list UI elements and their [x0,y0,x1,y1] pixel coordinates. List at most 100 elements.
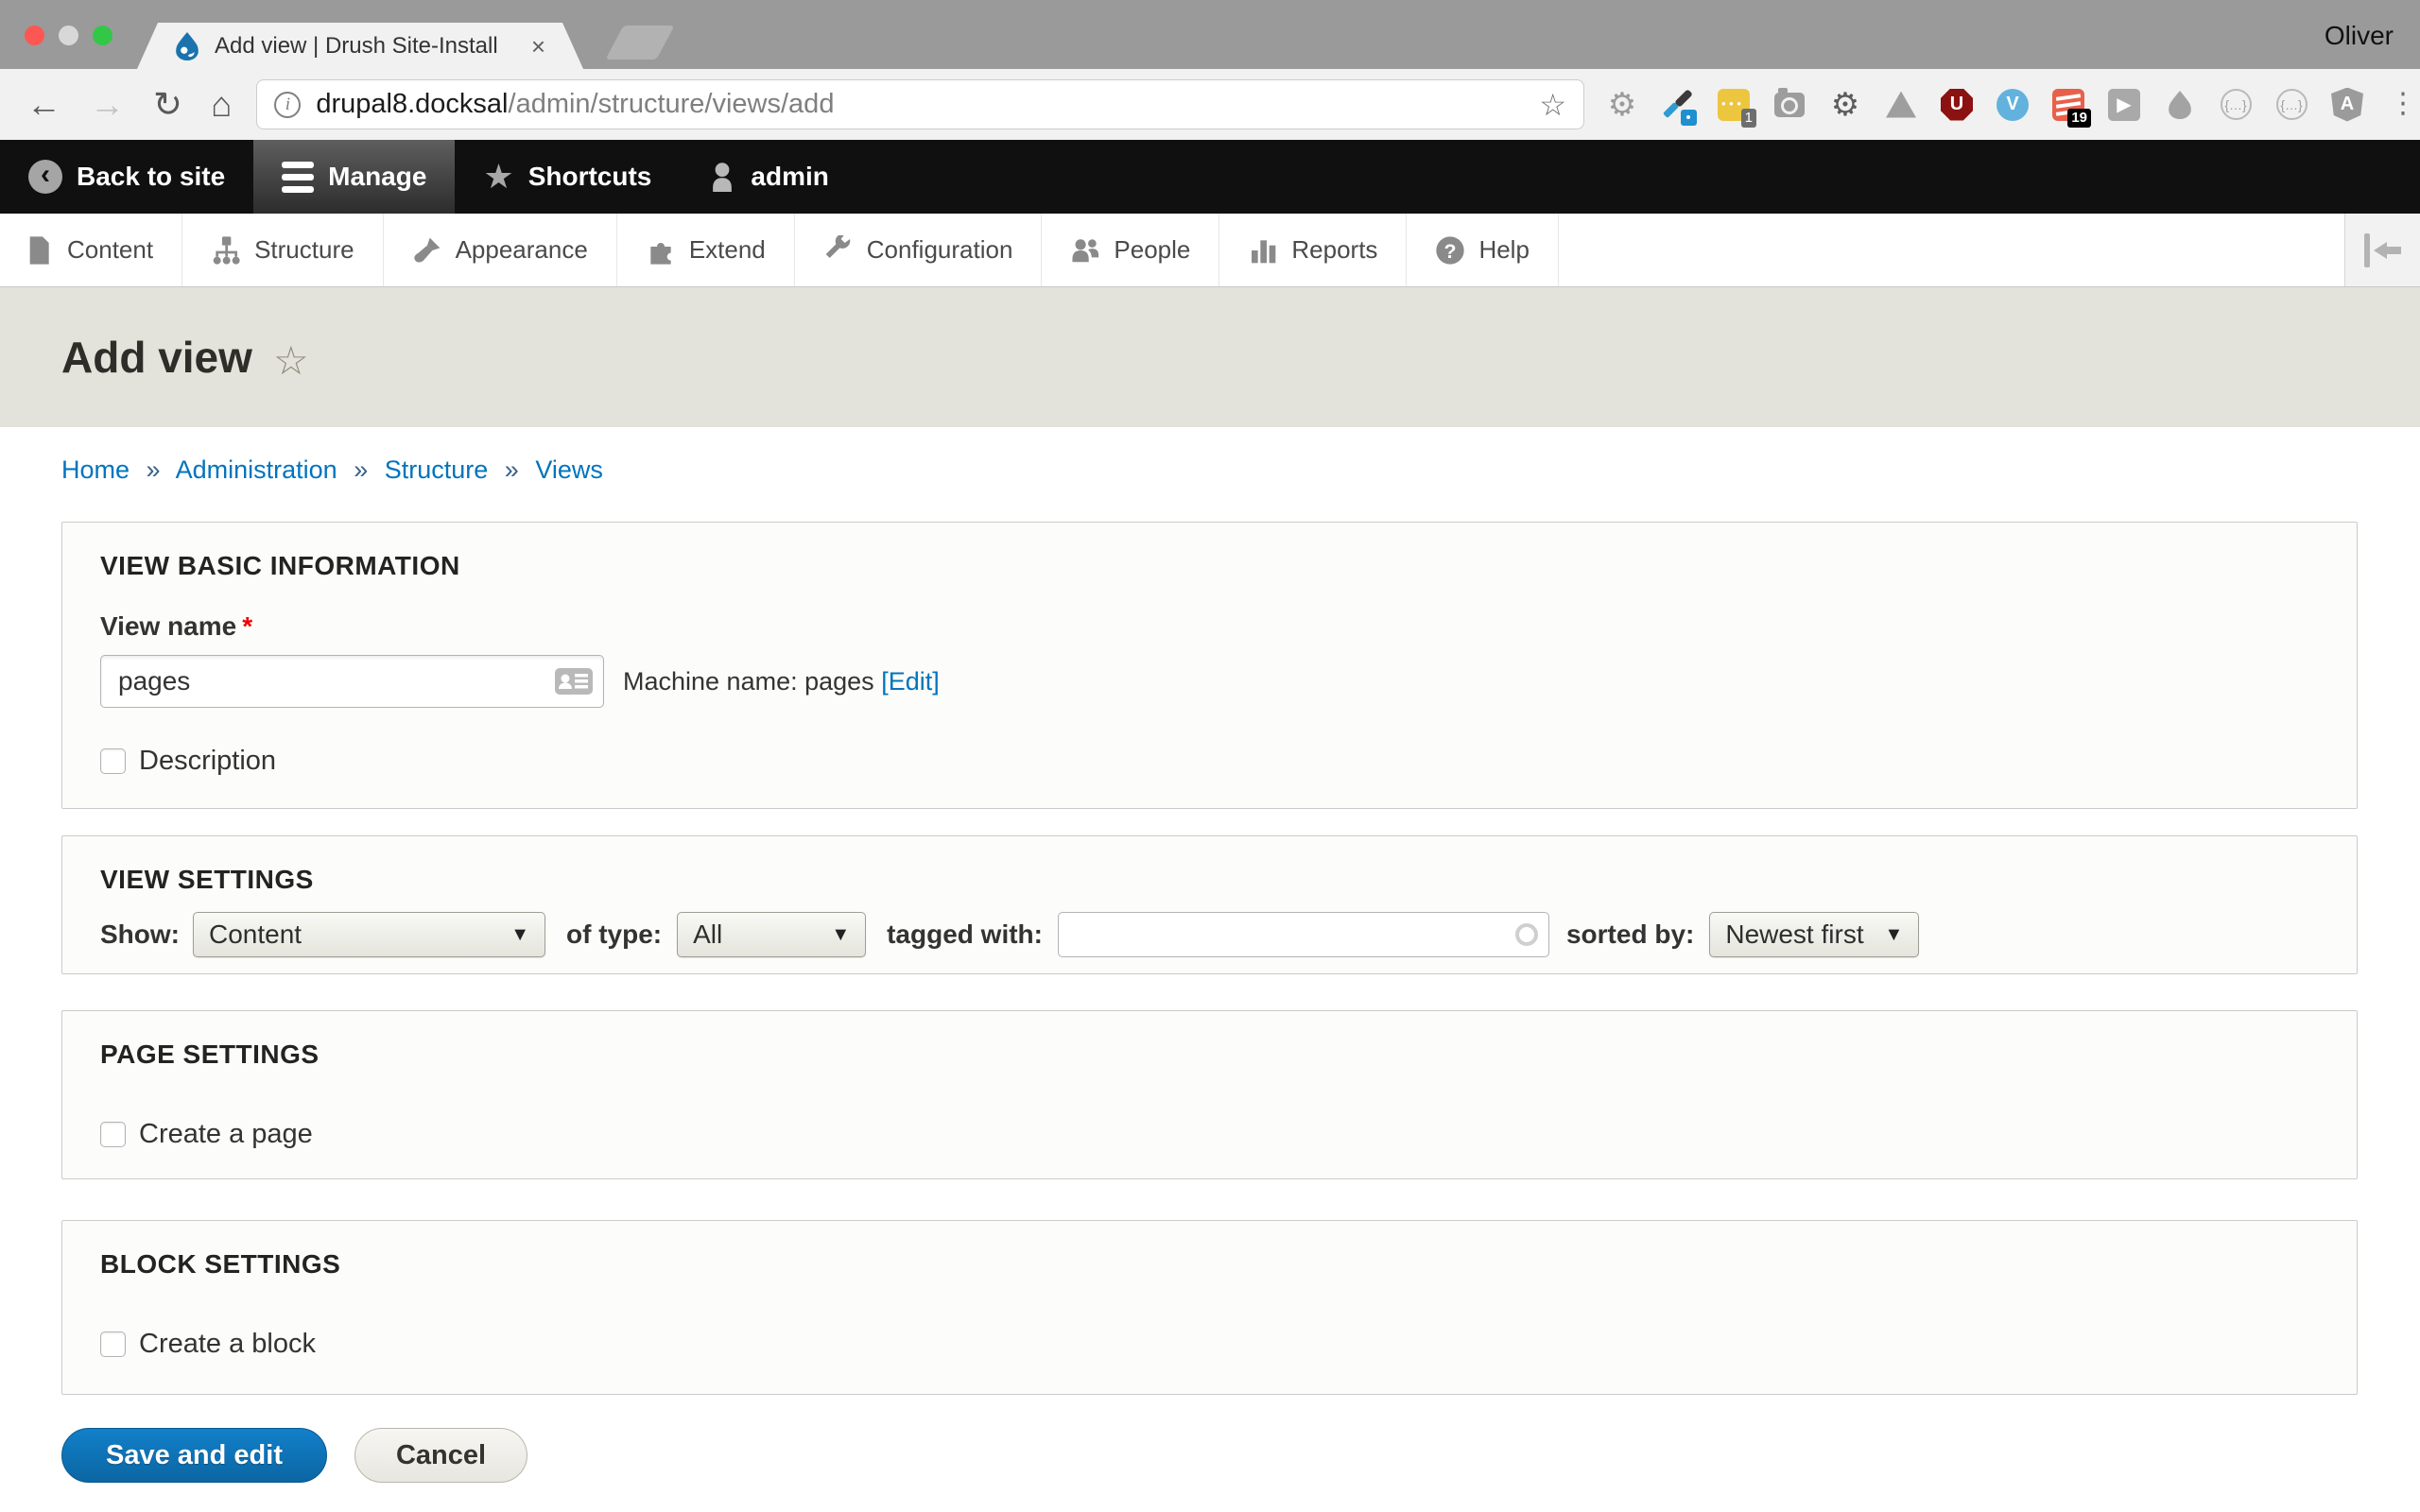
v-extension-icon[interactable]: V [1996,88,2030,122]
bookmark-star-icon[interactable]: ☆ [1539,87,1566,123]
menu-item-reports[interactable]: Reports [1219,214,1407,286]
create-page-checkbox[interactable] [100,1122,126,1147]
braces-extension-icon-1[interactable]: {…} [2219,88,2253,122]
machine-name-edit-link[interactable]: [Edit] [881,667,940,696]
admin-user-label: admin [751,162,828,192]
braces-extension-icon-2[interactable]: {…} [2274,88,2308,122]
admin-user-tab[interactable]: admin [680,140,856,214]
back-to-site-link[interactable]: ‹ Back to site [0,140,253,214]
breadcrumb-views[interactable]: Views [535,455,603,484]
screen: Add view | Drush Site-Install × Oliver ←… [0,0,2420,1512]
browser-tab[interactable]: Add view | Drush Site-Install × [137,23,583,69]
browser-profile-name[interactable]: Oliver [2325,21,2394,51]
fieldset-heading: VIEW BASIC INFORMATION [100,551,2319,581]
manage-tab[interactable]: Manage [253,140,455,214]
show-label: Show: [100,919,180,950]
menu-item-structure[interactable]: Structure [182,214,384,286]
reload-button[interactable]: ↻ [153,87,182,122]
close-window-button[interactable] [25,26,44,45]
machine-name-text: Machine name: pages [Edit] [623,667,940,696]
todoist-extension-icon[interactable]: 19 [2051,88,2085,122]
toolbar-orientation-toggle[interactable] [2344,214,2420,286]
view-settings-row: Show: Content ▼ of type: All ▼ tagged wi… [100,912,2319,957]
of-type-select[interactable]: All ▼ [677,912,866,957]
url-text[interactable]: drupal8.docksal/admin/structure/views/ad… [316,89,1539,120]
create-block-checkbox[interactable] [100,1332,126,1357]
back-button[interactable]: ← [26,87,61,122]
menu-item-configuration[interactable]: Configuration [795,214,1043,286]
password-manager-extension-icon[interactable]: 1 [1717,88,1751,122]
camera-extension-icon[interactable] [1772,88,1806,122]
menu-item-label: Appearance [456,235,588,265]
drive-extension-icon[interactable] [1884,88,1918,122]
tab-close-icon[interactable]: × [531,34,545,59]
reports-bar-chart-icon [1248,235,1278,266]
autofill-card-icon[interactable] [555,668,593,695]
breadcrumb-structure[interactable]: Structure [385,455,489,484]
site-info-icon[interactable]: i [274,92,301,118]
autocomplete-throbber-icon [1515,923,1538,946]
breadcrumb-administration[interactable]: Administration [176,455,337,484]
favorite-star-icon[interactable]: ☆ [273,337,309,384]
zoom-window-button[interactable] [93,26,112,45]
angular-extension-icon[interactable]: A [2330,88,2364,122]
show-select[interactable]: Content ▼ [193,912,545,957]
menu-item-extend[interactable]: Extend [617,214,795,286]
minimize-window-button[interactable] [59,26,78,45]
extend-puzzle-icon [646,235,676,266]
eyedropper-extension-icon[interactable] [1661,88,1695,122]
main-content: Home » Administration » Structure » View… [0,427,2420,1512]
chevron-down-icon: ▼ [818,924,850,946]
create-block-checkbox-row: Create a block [100,1329,2319,1360]
address-bar[interactable]: i drupal8.docksal/admin/structure/views/… [256,79,1584,129]
sorted-by-select-value: Newest first [1725,919,1863,950]
back-chevron-icon: ‹ [28,160,62,194]
extensions-row: ⚙ 1 ⚙ U V 19 ▶ [1584,88,2420,122]
description-checkbox[interactable] [100,748,126,774]
menu-item-appearance[interactable]: Appearance [384,214,617,286]
new-tab-button[interactable] [605,26,674,60]
drupal-extension-icon[interactable] [2163,88,2197,122]
show-select-value: Content [209,919,302,950]
tagged-with-input-wrap [1058,912,1549,957]
url-host: drupal8.docksal [316,89,508,119]
menu-item-content[interactable]: Content [0,214,182,286]
todoist-badge: 19 [2067,109,2091,128]
page-settings-fieldset: PAGE SETTINGS Create a page [61,1010,2358,1179]
view-name-input[interactable] [100,655,604,708]
gear-extension-icon[interactable]: ⚙ [1605,88,1639,122]
page-header: Add view ☆ [0,287,2420,427]
browser-menu-icon[interactable]: ⋮ [2386,88,2420,122]
menu-item-label: Extend [689,235,766,265]
breadcrumb-separator: » [354,455,368,484]
play-extension-icon[interactable]: ▶ [2107,88,2141,122]
create-page-checkbox-row: Create a page [100,1119,2319,1150]
chevron-down-icon: ▼ [1872,924,1904,946]
collapse-arrow-icon [2374,244,2402,257]
ublock-extension-icon[interactable]: U [1940,88,1974,122]
view-settings-fieldset: VIEW SETTINGS Show: Content ▼ of type: A… [61,835,2358,974]
create-block-label: Create a block [139,1329,316,1360]
browser-nav-buttons: ← → ↻ ⌂ [0,87,256,122]
menu-item-label: Configuration [867,235,1013,265]
shortcuts-tab[interactable]: ★ Shortcuts [455,140,680,214]
fieldset-heading: VIEW SETTINGS [100,865,2319,895]
sorted-by-select[interactable]: Newest first ▼ [1709,912,1919,957]
page-title: Add view [61,332,252,383]
menu-item-label: Content [67,235,153,265]
cancel-button[interactable]: Cancel [354,1428,527,1483]
tagged-with-input[interactable] [1058,912,1549,957]
menu-item-help[interactable]: ? Help [1407,214,1558,286]
star-icon: ★ [483,160,513,194]
menu-item-label: People [1114,235,1190,265]
content-file-icon [24,235,54,266]
view-name-row: Machine name: pages [Edit] [100,655,2319,708]
breadcrumb: Home » Administration » Structure » View… [61,455,2420,485]
menu-item-label: Structure [254,235,354,265]
home-button[interactable]: ⌂ [211,87,232,122]
save-and-edit-button[interactable]: Save and edit [61,1428,327,1483]
screenshot-gear-extension-icon[interactable]: ⚙ [1828,88,1862,122]
breadcrumb-home[interactable]: Home [61,455,130,484]
view-basic-information-fieldset: VIEW BASIC INFORMATION View name* [61,522,2358,809]
menu-item-people[interactable]: People [1042,214,1219,286]
